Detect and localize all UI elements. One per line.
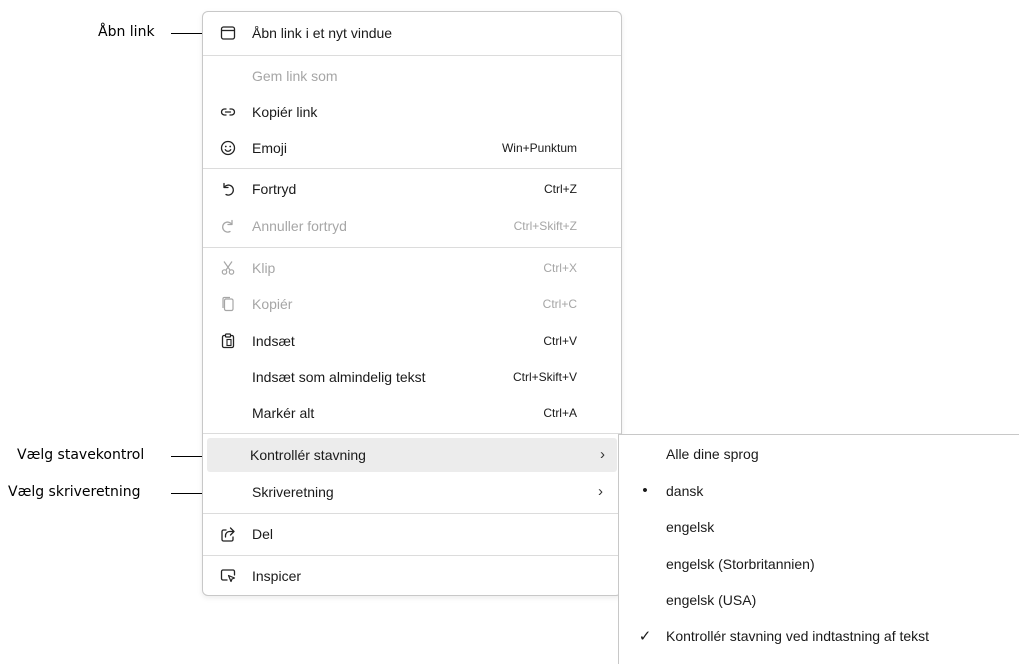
- menu-cut-label: Klip: [252, 260, 276, 276]
- menu-writing-direction-label: Skriveretning: [252, 484, 334, 500]
- submenu-english-us[interactable]: engelsk (USA): [619, 583, 1019, 617]
- menu-writing-direction[interactable]: Skriveretning ›: [209, 475, 615, 509]
- submenu-danish-label: dansk: [666, 483, 704, 499]
- separator: [203, 555, 621, 556]
- separator: [203, 55, 621, 56]
- menu-paste[interactable]: Indsæt Ctrl+V: [209, 324, 615, 358]
- share-icon: [219, 525, 237, 543]
- callout-writing-direction: Vælg skriveretning: [8, 484, 141, 500]
- menu-undo-label: Fortryd: [252, 181, 297, 197]
- callout-open-link: Åbn link: [98, 24, 155, 40]
- separator: [203, 168, 621, 169]
- menu-paste-label: Indsæt: [252, 333, 295, 349]
- submenu-english-label: engelsk: [666, 519, 715, 535]
- callout-spellcheck: Vælg stavekontrol: [17, 447, 145, 463]
- menu-save-link-as[interactable]: Gem link som: [209, 59, 615, 93]
- inspect-icon: [219, 567, 237, 585]
- menu-select-all-label: Markér alt: [252, 405, 315, 421]
- menu-redo-label: Annuller fortryd: [252, 218, 347, 234]
- menu-redo-shortcut: Ctrl+Skift+Z: [513, 219, 577, 233]
- menu-cut-shortcut: Ctrl+X: [543, 261, 577, 275]
- submenu-check-while-typing-label: Kontrollér stavning ved indtastning af t…: [666, 628, 930, 644]
- menu-inspect[interactable]: Inspicer: [209, 559, 615, 593]
- menu-copy[interactable]: Kopiér Ctrl+C: [209, 287, 615, 321]
- context-menu: Åbn link i et nyt vindue Gem link som Ko…: [202, 11, 622, 596]
- menu-copy-label: Kopiér: [252, 296, 293, 312]
- menu-paste-plain-label: Indsæt som almindelig tekst: [252, 369, 426, 385]
- menu-spellcheck-label: Kontrollér stavning: [250, 447, 366, 463]
- separator: [203, 513, 621, 514]
- menu-undo-shortcut: Ctrl+Z: [544, 182, 577, 196]
- menu-paste-shortcut: Ctrl+V: [543, 334, 577, 348]
- window-icon: [219, 24, 237, 42]
- menu-save-link-as-label: Gem link som: [252, 68, 338, 84]
- separator: [203, 247, 621, 248]
- menu-emoji[interactable]: Emoji Win+Punktum: [209, 131, 615, 165]
- redo-icon: [219, 217, 237, 235]
- submenu-english-uk[interactable]: engelsk (Storbritannien): [619, 547, 1019, 581]
- menu-undo[interactable]: Fortryd Ctrl+Z: [209, 172, 615, 206]
- menu-inspect-label: Inspicer: [252, 568, 302, 584]
- submenu-check-while-typing[interactable]: ✓ Kontrollér stavning ved indtastning af…: [619, 619, 1019, 653]
- submenu-english-uk-label: engelsk (Storbritannien): [666, 556, 815, 572]
- separator: [203, 433, 621, 434]
- submenu-danish[interactable]: • dansk: [619, 474, 1019, 508]
- menu-cut[interactable]: Klip Ctrl+X: [209, 251, 615, 285]
- submenu-english-us-label: engelsk (USA): [666, 592, 757, 608]
- undo-icon: [219, 180, 237, 198]
- chevron-right-icon: ›: [600, 446, 605, 463]
- menu-paste-plain-shortcut: Ctrl+Skift+V: [512, 370, 577, 384]
- clipboard-icon: [219, 332, 237, 350]
- chevron-right-icon: ›: [598, 483, 603, 500]
- menu-select-all[interactable]: Markér alt Ctrl+A: [209, 396, 615, 430]
- menu-select-all-shortcut: Ctrl+A: [543, 406, 577, 420]
- selected-bullet-icon: •: [642, 482, 648, 499]
- menu-share[interactable]: Del: [209, 517, 615, 551]
- menu-paste-plain[interactable]: Indsæt som almindelig tekst Ctrl+Skift+V: [209, 360, 615, 394]
- submenu-english[interactable]: engelsk: [619, 510, 1019, 544]
- menu-emoji-shortcut: Win+Punktum: [501, 141, 577, 155]
- menu-spellcheck[interactable]: Kontrollér stavning ›: [207, 438, 617, 472]
- menu-copy-shortcut: Ctrl+C: [542, 297, 577, 311]
- menu-share-label: Del: [252, 526, 274, 542]
- scissors-icon: [219, 259, 237, 277]
- spellcheck-submenu: Alle dine sprog • dansk engelsk engelsk …: [618, 434, 1019, 664]
- submenu-all-languages-label: Alle dine sprog: [666, 446, 759, 462]
- menu-copy-link[interactable]: Kopiér link: [209, 95, 615, 129]
- menu-open-new-window[interactable]: Åbn link i et nyt vindue: [209, 16, 615, 50]
- menu-emoji-label: Emoji: [252, 140, 288, 156]
- menu-open-new-window-label: Åbn link i et nyt vindue: [252, 25, 393, 41]
- menu-copy-link-label: Kopiér link: [252, 104, 318, 120]
- smiley-icon: [219, 139, 237, 157]
- copy-icon: [219, 295, 237, 313]
- link-icon: [219, 103, 237, 121]
- checkmark-icon: ✓: [638, 628, 652, 645]
- menu-redo[interactable]: Annuller fortryd Ctrl+Skift+Z: [209, 209, 615, 243]
- submenu-all-languages[interactable]: Alle dine sprog: [619, 437, 1019, 471]
